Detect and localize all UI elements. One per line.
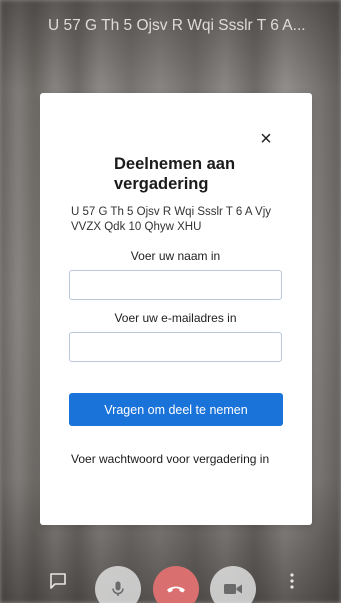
meeting-screen: U 57 G Th 5 Ojsv R Wqi Ssslr T 6 A... × … xyxy=(0,0,341,603)
chat-icon xyxy=(50,573,66,589)
enter-password-link[interactable]: Voer wachtwoord voor vergadering in xyxy=(71,452,286,467)
camera-icon xyxy=(224,584,242,594)
close-icon[interactable]: × xyxy=(256,129,276,149)
join-meeting-dialog: × Deelnemen aan vergadering U 57 G Th 5 … xyxy=(40,93,312,525)
hang-up-button[interactable] xyxy=(153,566,199,603)
name-input[interactable] xyxy=(69,270,282,300)
name-label: Voer uw naam in xyxy=(130,249,221,263)
chat-button[interactable] xyxy=(41,564,75,598)
meeting-title: U 57 G Th 5 Ojsv R Wqi Ssslr T 6 A... xyxy=(48,17,306,34)
meeting-id-text: U 57 G Th 5 Ojsv R Wqi Ssslr T 6 A Vjy V… xyxy=(71,206,272,233)
microphone-button[interactable] xyxy=(95,566,141,603)
more-icon xyxy=(290,573,294,589)
hang-up-icon xyxy=(167,586,185,593)
more-options-button[interactable] xyxy=(280,564,304,598)
camera-button[interactable] xyxy=(210,566,256,603)
microphone-icon xyxy=(112,581,124,596)
email-input[interactable] xyxy=(69,332,282,362)
dialog-title: Deelnemen aan vergadering xyxy=(114,155,236,193)
call-toolbar xyxy=(0,560,341,603)
request-to-join-button[interactable]: Vragen om deel te nemen xyxy=(69,393,283,426)
email-label: Voer uw e-mailadres in xyxy=(114,311,237,325)
